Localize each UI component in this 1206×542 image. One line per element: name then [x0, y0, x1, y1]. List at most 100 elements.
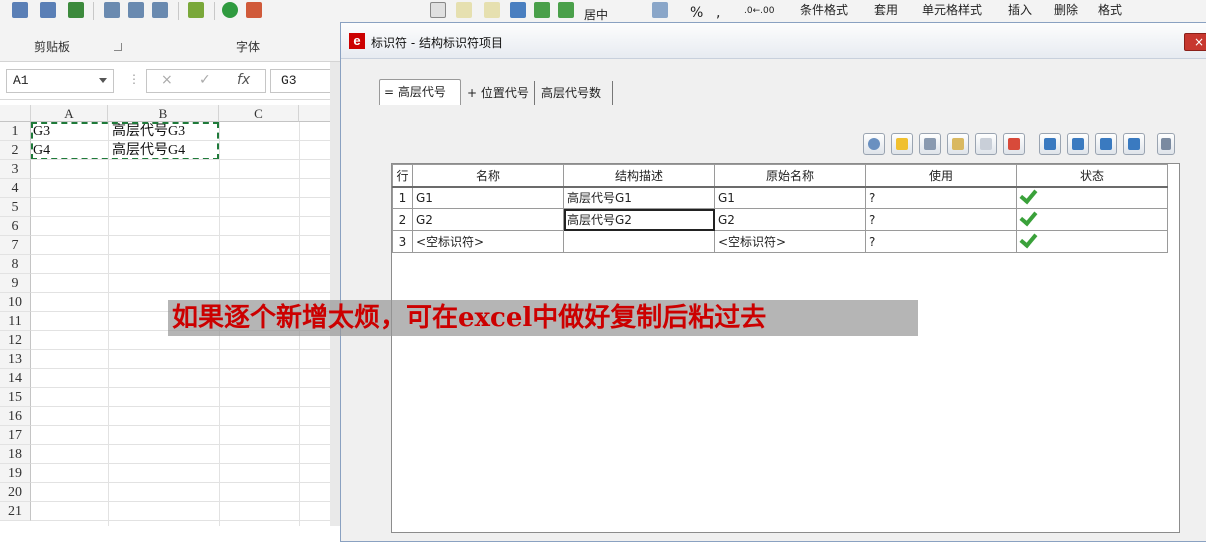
desc-cell[interactable]: 高层代号G1: [563, 186, 715, 209]
header-status[interactable]: 状态: [1016, 164, 1168, 188]
row-header[interactable]: 10: [0, 293, 31, 312]
row-number[interactable]: 3: [392, 230, 413, 253]
delete-row-button[interactable]: [1003, 133, 1025, 155]
conditional-format-button[interactable]: 条件格式: [800, 1, 848, 18]
insert-button[interactable]: 插入: [1008, 1, 1032, 18]
name-cell[interactable]: G1: [412, 186, 564, 209]
apply-table-button[interactable]: 套用: [874, 1, 898, 18]
copy-button[interactable]: [975, 133, 997, 155]
desc-cell[interactable]: [563, 230, 715, 253]
name-cell[interactable]: <空标识符>: [412, 230, 564, 253]
expand-button[interactable]: [1157, 133, 1175, 155]
cut-button[interactable]: [919, 133, 941, 155]
row-header[interactable]: 1: [0, 122, 31, 141]
row-header[interactable]: 16: [0, 407, 31, 426]
tab-high-level-count[interactable]: 高层代号数: [537, 81, 613, 105]
row-header[interactable]: 15: [0, 388, 31, 407]
row-header[interactable]: 21: [0, 502, 31, 521]
search-button[interactable]: [863, 133, 885, 155]
tab-location-code[interactable]: + 位置代号: [463, 81, 535, 105]
row-header[interactable]: 13: [0, 350, 31, 369]
addin-icon[interactable]: [68, 2, 84, 18]
comma-button[interactable]: ,: [716, 5, 720, 21]
settings-icon[interactable]: [246, 2, 262, 18]
orig-cell[interactable]: G2: [714, 208, 866, 231]
row-header[interactable]: 12: [0, 331, 31, 350]
row-header[interactable]: 6: [0, 217, 31, 236]
header-original-name[interactable]: 原始名称: [714, 164, 866, 188]
move-bottom-button[interactable]: [1123, 133, 1145, 155]
use-cell[interactable]: ?: [865, 208, 1017, 231]
clipboard-launcher-icon[interactable]: [114, 43, 122, 51]
cancel-icon[interactable]: ×: [161, 72, 173, 88]
clear-icon[interactable]: [456, 2, 472, 18]
align-icon[interactable]: [104, 2, 120, 18]
column-header-a[interactable]: A: [31, 105, 108, 122]
confirm-icon[interactable]: ✓: [199, 72, 211, 88]
delete-button[interactable]: 删除: [1054, 1, 1078, 18]
increase-decimal-button[interactable]: .0←.00: [744, 6, 774, 16]
format-button[interactable]: 格式: [1098, 1, 1122, 18]
table-row[interactable]: 1 G1 高层代号G1 G1 ?: [392, 185, 1168, 209]
move-down-button[interactable]: [1095, 133, 1117, 155]
use-cell[interactable]: ?: [865, 230, 1017, 253]
header-name[interactable]: 名称: [412, 164, 564, 188]
row-header[interactable]: 7: [0, 236, 31, 255]
undo-icon[interactable]: [484, 2, 500, 18]
move-up-button[interactable]: [1067, 133, 1089, 155]
fx-icon[interactable]: fx: [237, 72, 250, 88]
row-header[interactable]: 18: [0, 445, 31, 464]
column-header-b[interactable]: B: [108, 105, 219, 122]
sort-icon[interactable]: [152, 2, 168, 18]
name-box[interactable]: A1: [6, 69, 114, 93]
forward-icon[interactable]: [534, 2, 550, 18]
dialog-titlebar[interactable]: e 标识符 - 结构标识符项目 ×: [341, 23, 1206, 59]
name-cell[interactable]: G2: [412, 208, 564, 231]
row-header[interactable]: 8: [0, 255, 31, 274]
column-header-c[interactable]: C: [219, 105, 299, 122]
row-header[interactable]: 14: [0, 369, 31, 388]
paste-format-icon[interactable]: [12, 2, 28, 18]
ok-icon[interactable]: [222, 2, 238, 18]
table-row[interactable]: 2 G2 高层代号G2 G2 ?: [392, 207, 1168, 231]
use-cell[interactable]: ?: [865, 186, 1017, 209]
close-button[interactable]: ×: [1184, 33, 1206, 51]
row-header[interactable]: 20: [0, 483, 31, 502]
new-button[interactable]: [891, 133, 913, 155]
select-all-corner[interactable]: [0, 105, 31, 122]
align-left-icon[interactable]: [430, 2, 446, 18]
header-row-num[interactable]: 行: [392, 164, 413, 188]
orig-cell[interactable]: <空标识符>: [714, 230, 866, 253]
row-number[interactable]: 2: [392, 208, 413, 231]
chevron-down-icon[interactable]: [99, 78, 107, 83]
orig-cell[interactable]: G1: [714, 186, 866, 209]
row-header[interactable]: 9: [0, 274, 31, 293]
next-icon[interactable]: [558, 2, 574, 18]
cell-style-button[interactable]: 单元格样式: [922, 1, 982, 18]
tab-high-level-code[interactable]: = 高层代号: [379, 79, 461, 105]
percent-button[interactable]: %: [690, 5, 703, 21]
row-header[interactable]: 17: [0, 426, 31, 445]
refresh-icon[interactable]: [188, 2, 204, 18]
status-cell[interactable]: [1016, 207, 1168, 231]
row-header[interactable]: 3: [0, 160, 31, 179]
paste-button[interactable]: [947, 133, 969, 155]
move-top-button[interactable]: [1039, 133, 1061, 155]
row-header[interactable]: 4: [0, 179, 31, 198]
row-header[interactable]: 2: [0, 141, 31, 160]
row-header[interactable]: 11: [0, 312, 31, 331]
header-structure-desc[interactable]: 结构描述: [563, 164, 715, 188]
row-header[interactable]: 19: [0, 464, 31, 483]
desc-cell-editing[interactable]: 高层代号G2: [563, 208, 715, 231]
formula-input[interactable]: G3: [270, 69, 332, 93]
format-painter-icon[interactable]: [40, 2, 56, 18]
status-cell[interactable]: [1016, 229, 1168, 253]
row-number[interactable]: 1: [392, 186, 413, 209]
back-icon[interactable]: [510, 2, 526, 18]
row-header[interactable]: 5: [0, 198, 31, 217]
status-cell[interactable]: [1016, 185, 1168, 209]
distribute-icon[interactable]: [128, 2, 144, 18]
header-usage[interactable]: 使用: [865, 164, 1017, 188]
number-format-icon[interactable]: [652, 2, 668, 18]
merge-center-label[interactable]: 居中: [584, 6, 608, 23]
